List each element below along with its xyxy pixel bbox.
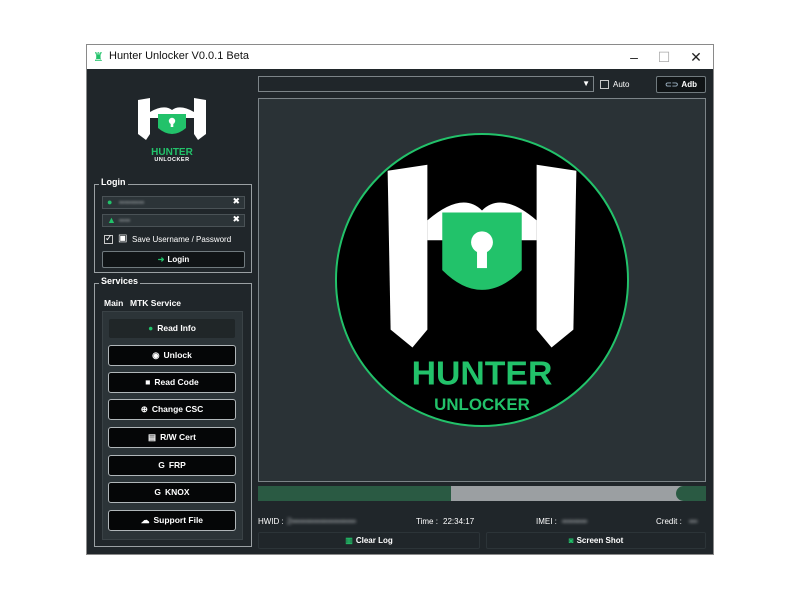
login-icon: ➜	[157, 255, 165, 264]
cloud-icon: ☁	[140, 515, 150, 525]
services-group-title: Services	[99, 276, 141, 286]
screen-shot-label: Screen Shot	[576, 536, 624, 545]
save-icon: ▣	[118, 233, 128, 244]
device-select[interactable]: ▼	[258, 76, 594, 92]
change-csc-label: Change CSC	[151, 404, 204, 414]
change-csc-button[interactable]: ⊕ Change CSC	[108, 399, 236, 420]
save-credentials-checkbox[interactable]: ✓	[104, 233, 113, 244]
credit-label: Credit :	[656, 517, 682, 526]
google-icon: G	[158, 460, 165, 470]
knox-label: KNOX	[165, 487, 190, 497]
tab-main[interactable]: Main	[104, 298, 123, 308]
chevron-down-icon: ▼	[582, 79, 590, 88]
login-button[interactable]: ➜ Login	[102, 251, 245, 268]
close-button[interactable]: ✕	[681, 47, 711, 67]
maximize-button[interactable]: ☐	[649, 47, 679, 67]
username-field[interactable]: ● ••••••••• ✖	[102, 196, 245, 209]
globe-icon: ⊕	[140, 404, 148, 414]
time-label: Time :	[416, 517, 438, 526]
brand-subtitle-large: UNLOCKER	[434, 395, 530, 414]
brand-name-large: HUNTER	[412, 354, 553, 392]
imei-label: IMEI :	[536, 517, 557, 526]
minimize-button[interactable]: –	[619, 47, 649, 67]
info-icon: ●	[148, 323, 154, 333]
frp-button[interactable]: G FRP	[108, 455, 236, 476]
rw-cert-button[interactable]: ▤ R/W Cert	[108, 427, 236, 448]
login-group-title: Login	[99, 177, 128, 187]
support-file-button[interactable]: ☁ Support File	[108, 510, 236, 531]
read-code-button[interactable]: ■ Read Code	[108, 372, 236, 393]
link-icon: ⊂⊃	[665, 80, 679, 89]
rw-cert-label: R/W Cert	[160, 432, 196, 442]
username-value: •••••••••	[119, 198, 145, 207]
time-value: 22:34:17	[443, 517, 475, 526]
user-icon: ●	[107, 197, 113, 207]
screen-shot-button[interactable]: ◙ Screen Shot	[486, 532, 706, 549]
credit-value: •••	[689, 517, 698, 526]
lock-icon: ▲	[107, 215, 116, 225]
password-value: ••••	[119, 216, 131, 225]
tab-mtk-service[interactable]: MTK Service	[130, 298, 181, 308]
frp-label: FRP	[168, 460, 186, 470]
clear-username-icon[interactable]: ✖	[232, 196, 240, 207]
brand-subtitle-small: UNLOCKER	[154, 157, 190, 163]
read-info-label: Read Info	[157, 323, 196, 333]
knox-button[interactable]: G KNOX	[108, 482, 236, 503]
trash-icon: ▥	[345, 536, 353, 545]
adb-button[interactable]: ⊂⊃ Adb	[656, 76, 706, 93]
support-file-label: Support File	[153, 515, 204, 525]
unlock-icon: ◉	[152, 350, 160, 360]
clear-log-button[interactable]: ▥ Clear Log	[258, 532, 480, 549]
unlock-button[interactable]: ◉ Unlock	[108, 345, 236, 366]
code-icon: ■	[145, 377, 151, 387]
imei-value: •••••••••	[562, 517, 588, 526]
auto-checkbox[interactable]	[600, 80, 609, 89]
hwid-value: 2•••••••••••••••••••••••	[287, 517, 356, 526]
camera-icon: ◙	[568, 536, 574, 545]
save-credentials-label: Save Username / Password	[132, 235, 232, 244]
google-icon: G	[154, 487, 162, 497]
progress-bar	[258, 486, 706, 501]
title-bar: ♜ Hunter Unlocker V0.0.1 Beta – ☐ ✕	[87, 45, 713, 69]
auto-label: Auto	[613, 80, 630, 89]
progress-fill	[258, 486, 451, 501]
unlock-label: Unlock	[163, 350, 192, 360]
login-button-label: Login	[167, 255, 190, 264]
window-title: Hunter Unlocker V0.0.1 Beta	[109, 50, 250, 62]
read-code-label: Read Code	[154, 377, 199, 387]
clear-log-label: Clear Log	[355, 536, 393, 545]
password-field[interactable]: ▲ •••• ✖	[102, 214, 245, 227]
hunter-logo-large: HUNTER UNLOCKER	[334, 132, 630, 428]
certificate-icon: ▤	[148, 432, 157, 442]
app-icon: ♜	[93, 50, 104, 64]
log-display: HUNTER UNLOCKER	[258, 98, 706, 482]
clear-password-icon[interactable]: ✖	[232, 214, 240, 225]
read-info-button[interactable]: ● Read Info	[108, 318, 236, 339]
hwid-label: HWID :	[258, 517, 284, 526]
progress-end-cap	[676, 486, 706, 501]
adb-label: Adb	[681, 80, 697, 89]
